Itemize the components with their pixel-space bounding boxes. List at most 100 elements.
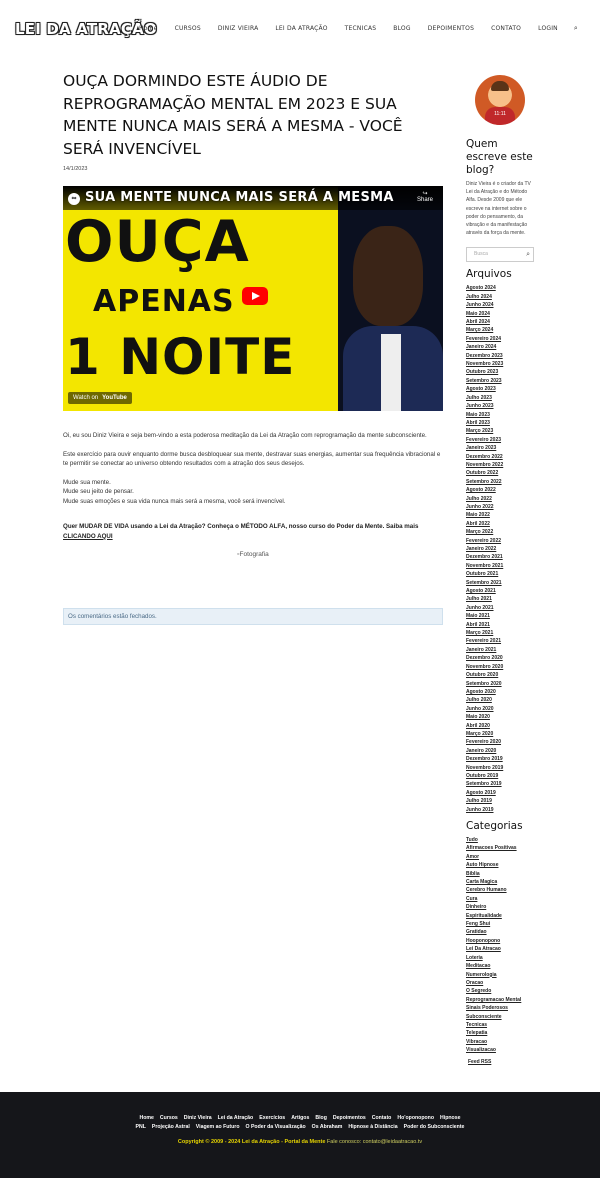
archive-link[interactable]: Setembro 2021 [466, 579, 536, 587]
search-icon[interactable]: ⌕ [574, 24, 578, 33]
nav-tecnicas[interactable]: TECNICAS [345, 25, 377, 34]
category-link[interactable]: Cerebro Humano [466, 886, 536, 894]
category-link[interactable]: Oracao [466, 979, 536, 987]
archive-link[interactable]: Junho 2023 [466, 402, 536, 410]
archive-link[interactable]: Março 2020 [466, 730, 536, 738]
archive-link[interactable]: Julho 2020 [466, 696, 536, 704]
archive-link[interactable]: Abril 2023 [466, 419, 536, 427]
archive-link[interactable]: Fevereiro 2023 [466, 436, 536, 444]
video-embed[interactable]: OUÇA APENAS 1 NOITE ∞ SUA MENTE NUNCA MA… [63, 186, 443, 411]
archive-link[interactable]: Novembro 2021 [466, 562, 536, 570]
footer-link[interactable]: O Poder da Visualização [246, 1124, 306, 1130]
archive-link[interactable]: Janeiro 2020 [466, 747, 536, 755]
archive-link[interactable]: Setembro 2020 [466, 680, 536, 688]
category-link[interactable]: Gratidao [466, 928, 536, 936]
footer-link[interactable]: Contato [372, 1115, 392, 1121]
nav-depoimentos[interactable]: DEPOIMENTOS [428, 25, 474, 34]
category-link[interactable]: Afirmacoes Positivas [466, 844, 536, 852]
archive-link[interactable]: Julho 2021 [466, 595, 536, 603]
footer-link[interactable]: PNL [136, 1124, 146, 1130]
archive-link[interactable]: Julho 2024 [466, 293, 536, 301]
nav-contato[interactable]: CONTATO [491, 25, 521, 34]
archive-link[interactable]: Abril 2021 [466, 621, 536, 629]
category-link[interactable]: Amor [466, 853, 536, 861]
video-title[interactable]: SUA MENTE NUNCA MAIS SERÁ A MESMA [85, 190, 394, 205]
category-link[interactable]: O Segredo [466, 987, 536, 995]
nav-login[interactable]: LOGIN [538, 25, 558, 34]
archive-link[interactable]: Agosto 2019 [466, 789, 536, 797]
archive-link[interactable]: Março 2021 [466, 629, 536, 637]
archive-link[interactable]: Fevereiro 2021 [466, 637, 536, 645]
archive-link[interactable]: Fevereiro 2022 [466, 537, 536, 545]
archive-link[interactable]: Novembro 2022 [466, 461, 536, 469]
archive-link[interactable]: Outubro 2023 [466, 368, 536, 376]
category-link[interactable]: Dinheiro [466, 903, 536, 911]
category-link[interactable]: Feng Shui [466, 920, 536, 928]
archive-link[interactable]: Julho 2023 [466, 394, 536, 402]
archive-link[interactable]: Maio 2021 [466, 612, 536, 620]
archive-link[interactable]: Dezembro 2019 [466, 755, 536, 763]
category-link[interactable]: Carta Magica [466, 878, 536, 886]
archive-link[interactable]: Outubro 2022 [466, 469, 536, 477]
archive-link[interactable]: Janeiro 2023 [466, 444, 536, 452]
archive-link[interactable]: Agosto 2023 [466, 385, 536, 393]
category-link[interactable]: Cura [466, 895, 536, 903]
footer-link[interactable]: Diniz Vieira [184, 1115, 212, 1121]
archive-link[interactable]: Novembro 2023 [466, 360, 536, 368]
nav-lei-da-atracao[interactable]: LEI DA ATRAÇÃO [275, 25, 327, 34]
footer-link[interactable]: Exercícios [259, 1115, 285, 1121]
archive-link[interactable]: Fevereiro 2024 [466, 335, 536, 343]
category-link[interactable]: Telepatia [466, 1029, 536, 1037]
archive-link[interactable]: Junho 2020 [466, 705, 536, 713]
archive-link[interactable]: Abril 2024 [466, 318, 536, 326]
footer-link[interactable]: Hipnose [440, 1115, 460, 1121]
category-link[interactable]: Meditacao [466, 962, 536, 970]
archive-link[interactable]: Maio 2020 [466, 713, 536, 721]
nav-home[interactable]: Home [139, 25, 158, 34]
category-link[interactable]: Espiritualidade [466, 912, 536, 920]
archive-link[interactable]: Agosto 2024 [466, 284, 536, 292]
footer-link[interactable]: Os Abraham [312, 1124, 343, 1130]
archive-link[interactable]: Agosto 2021 [466, 587, 536, 595]
footer-link[interactable]: Lei da Atração [218, 1115, 254, 1121]
archive-link[interactable]: Junho 2024 [466, 301, 536, 309]
archive-link[interactable]: Outubro 2021 [466, 570, 536, 578]
archive-link[interactable]: Junho 2021 [466, 604, 536, 612]
footer-link[interactable]: Blog [315, 1115, 327, 1121]
share-button[interactable]: ↪ Share [417, 190, 433, 203]
category-link[interactable]: Biblia [466, 870, 536, 878]
archive-link[interactable]: Maio 2024 [466, 310, 536, 318]
footer-link[interactable]: Home [140, 1115, 154, 1121]
channel-icon[interactable]: ∞ [68, 193, 80, 205]
cta-link[interactable]: CLICANDO AQUI [63, 533, 113, 540]
archive-link[interactable]: Junho 2019 [466, 806, 536, 814]
footer-link[interactable]: Projeção Astral [152, 1124, 190, 1130]
archive-link[interactable]: Setembro 2019 [466, 780, 536, 788]
category-link[interactable]: Sinais Poderosos [466, 1004, 536, 1012]
nav-diniz-vieira[interactable]: DINIZ VIEIRA [218, 25, 259, 34]
archive-link[interactable]: Julho 2019 [466, 797, 536, 805]
archive-link[interactable]: Janeiro 2022 [466, 545, 536, 553]
archive-link[interactable]: Abril 2020 [466, 722, 536, 730]
category-link[interactable]: Visualizacao [466, 1046, 536, 1054]
watch-on-youtube[interactable]: Watch on YouTube [68, 392, 132, 404]
play-button[interactable] [242, 287, 268, 305]
category-link[interactable]: Hooponopono [466, 937, 536, 945]
category-link[interactable]: Numerologia [466, 971, 536, 979]
footer-link[interactable]: Cursos [160, 1115, 178, 1121]
archive-link[interactable]: Julho 2022 [466, 495, 536, 503]
contact-text[interactable]: Fale conosco: contato@leidaatracao.tv [325, 1139, 422, 1145]
footer-link[interactable]: Artigos [291, 1115, 309, 1121]
footer-link[interactable]: Depoimentos [333, 1115, 366, 1121]
category-link[interactable]: Loteria [466, 954, 536, 962]
category-link[interactable]: Tudo [466, 836, 536, 844]
archive-link[interactable]: Agosto 2020 [466, 688, 536, 696]
archive-link[interactable]: Dezembro 2022 [466, 453, 536, 461]
category-link[interactable]: Tecnicas [466, 1021, 536, 1029]
archive-link[interactable]: Dezembro 2023 [466, 352, 536, 360]
archive-link[interactable]: Fevereiro 2020 [466, 738, 536, 746]
nav-blog[interactable]: BLOG [393, 25, 410, 34]
feed-rss-link[interactable]: Feed RSS [468, 1059, 536, 1065]
search-icon[interactable]: ⌕ [526, 248, 530, 261]
footer-link[interactable]: Ho'oponopono [397, 1115, 434, 1121]
